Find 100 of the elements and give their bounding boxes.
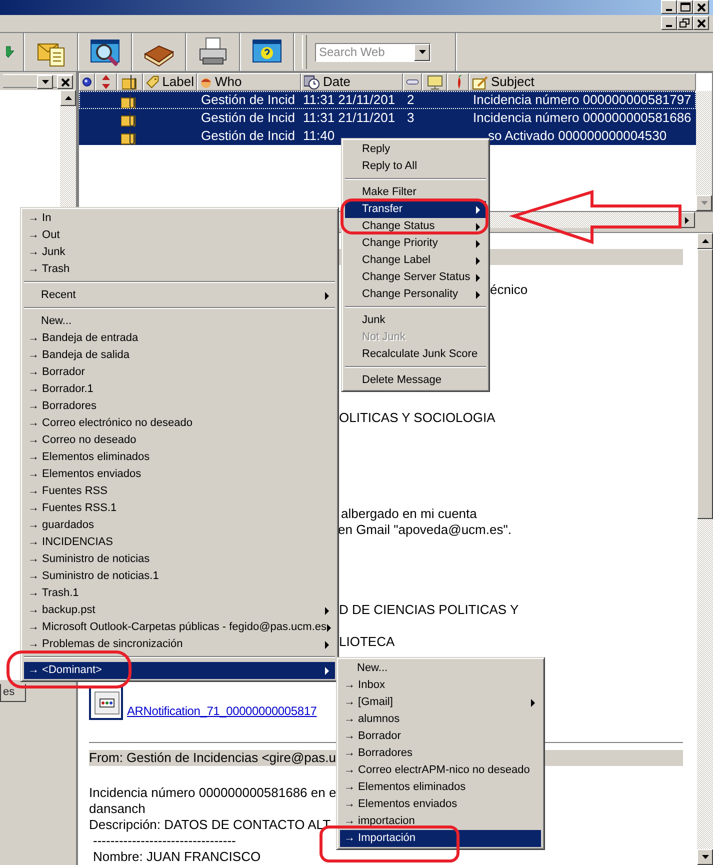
- menu-item[interactable]: → Trash.1: [24, 585, 335, 602]
- count-text: 2: [407, 92, 414, 107]
- column-header[interactable]: Label: [143, 73, 197, 91]
- message-row[interactable]: Gestión de Incid 11:31 21/11/201 3 Incidencia número 000000000581686: [79, 109, 696, 127]
- menu-item[interactable]: → Importación: [340, 830, 541, 847]
- maximize-button[interactable]: [677, 0, 693, 14]
- menu-item[interactable]: Recalculate Junk Score: [345, 346, 486, 363]
- menu-item[interactable]: Make Filter: [345, 184, 486, 201]
- menu-item[interactable]: Junk: [345, 312, 486, 329]
- menu-item[interactable]: → Microsoft Outlook-Carpetas públicas - fegido@pas.ucm.es: [24, 619, 335, 636]
- menu-item[interactable]: → Out: [24, 227, 335, 244]
- menu-item[interactable]: New...: [24, 313, 335, 330]
- text-line: Nombre: JUAN FRANCISCO: [93, 849, 261, 865]
- attachment-link[interactable]: ARNotification_71_00000000005817: [127, 702, 317, 720]
- menu-item[interactable]: Reply to All: [345, 158, 486, 175]
- menu-item[interactable]: → Elementos enviados: [24, 466, 335, 483]
- column-header[interactable]: Subject: [469, 73, 696, 91]
- column-header[interactable]: Date: [301, 73, 403, 91]
- column-header[interactable]: [403, 73, 422, 91]
- menu-item[interactable]: → In: [24, 210, 335, 227]
- menu-item[interactable]: → Fuentes RSS.1: [24, 500, 335, 517]
- menu-item[interactable]: → Fuentes RSS: [24, 483, 335, 500]
- subject-text: so Activado 000000000004530: [488, 128, 667, 143]
- menu-item[interactable]: New...: [340, 660, 541, 677]
- date-text: 11:31 21/11/201: [303, 110, 396, 125]
- column-header[interactable]: [422, 73, 447, 91]
- search-box[interactable]: Search Web: [315, 42, 431, 62]
- attachment-icon[interactable]: [89, 686, 123, 720]
- priority-arrows-icon: [102, 75, 110, 89]
- menu-item[interactable]: → Borrador: [24, 364, 335, 381]
- text-line: LIOTECA: [339, 634, 395, 650]
- menu-item[interactable]: → Elementos eliminados: [24, 449, 335, 466]
- who-text: Gestión de Incid: [201, 128, 295, 143]
- minimize-button[interactable]: [661, 0, 677, 14]
- scroll-down-icon: [700, 201, 708, 205]
- menu-item[interactable]: → Borrador: [340, 728, 541, 745]
- restore-button[interactable]: [677, 16, 693, 30]
- menu-item[interactable]: → backup.pst: [24, 602, 335, 619]
- who-text: Gestión de Incid: [201, 110, 295, 125]
- pane-tab[interactable]: es: [0, 684, 26, 702]
- pencil-note-icon: [472, 74, 488, 90]
- restore-icon: [679, 18, 691, 29]
- text-line: dansanch: [89, 801, 146, 817]
- close-button[interactable]: [57, 75, 73, 89]
- menu-item[interactable]: → Correo electrónico no deseado: [24, 415, 335, 432]
- text-line: D DE CIENCIAS POLITICAS Y: [339, 602, 519, 618]
- menu-item[interactable]: → [Gmail]: [340, 694, 541, 711]
- close-button[interactable]: [693, 16, 709, 30]
- menu-item[interactable]: → Inbox: [340, 677, 541, 694]
- column-header[interactable]: [79, 73, 95, 91]
- column-header[interactable]: [117, 73, 143, 91]
- close-icon: [59, 76, 71, 88]
- menu-item[interactable]: → importacion: [340, 813, 541, 830]
- menu-item[interactable]: → Elementos eliminados: [340, 779, 541, 796]
- menu-item[interactable]: → <Dominant>: [24, 662, 335, 679]
- date-text: 11:31 21/11/201: [303, 92, 396, 107]
- close-button[interactable]: [693, 0, 709, 14]
- pane-menu-button[interactable]: [37, 75, 53, 89]
- menu-item[interactable]: → Suministro de noticias.1: [24, 568, 335, 585]
- message-row[interactable]: Gestión de Incid 11:40 so Activado 000000000004530: [79, 127, 696, 145]
- tag-icon: [146, 75, 160, 89]
- menu-item[interactable]: Change Priority: [345, 235, 486, 252]
- text-line: écnico: [490, 282, 528, 298]
- menu-item[interactable]: → Suministro de noticias: [24, 551, 335, 568]
- menu-item[interactable]: Recent: [24, 287, 335, 304]
- menu-item[interactable]: → Problemas de sincronización: [24, 636, 335, 653]
- scrollbar[interactable]: [696, 91, 712, 211]
- envelope-clip-icon: [122, 74, 138, 90]
- menu-item[interactable]: Change Status: [345, 218, 486, 235]
- menu-item[interactable]: Delete Message: [345, 372, 486, 389]
- close-icon: [695, 18, 707, 29]
- menu-item[interactable]: → alumnos: [340, 711, 541, 728]
- close-icon: [695, 2, 707, 13]
- menu-item[interactable]: Transfer: [345, 201, 486, 218]
- subject-text: Incidencia número 000000000581797: [473, 92, 692, 107]
- text-line: Incidencia número 000000000581686 en e: [89, 785, 336, 801]
- column-header[interactable]: Who: [197, 73, 301, 91]
- menu-item[interactable]: → Borradores: [24, 398, 335, 415]
- message-row[interactable]: Gestión de Incid 11:31 21/11/201 2 Incidencia número 000000000581797: [79, 91, 696, 109]
- date-text: 11:40: [303, 128, 335, 143]
- menu-item[interactable]: → guardados: [24, 517, 335, 534]
- menu-item[interactable]: → Bandeja de entrada: [24, 330, 335, 347]
- menu-item[interactable]: Change Server Status: [345, 269, 486, 286]
- monitor-icon: [426, 74, 442, 90]
- menu-item[interactable]: Change Label: [345, 252, 486, 269]
- minimize-button[interactable]: [661, 16, 677, 30]
- menu-item[interactable]: Change Personality: [345, 286, 486, 303]
- menu-item[interactable]: → INCIDENCIAS: [24, 534, 335, 551]
- menu-item[interactable]: → Junk: [24, 244, 335, 261]
- scroll-right-icon: [685, 216, 689, 224]
- who-text: Gestión de Incid: [201, 92, 295, 107]
- dropdown-icon: [42, 80, 48, 84]
- menu-item[interactable]: → Elementos enviados: [340, 796, 541, 813]
- menu-item[interactable]: → Bandeja de salida: [24, 347, 335, 364]
- menu-item[interactable]: → Borrador.1: [24, 381, 335, 398]
- menu-item[interactable]: → Correo no deseado: [24, 432, 335, 449]
- scrollbar[interactable]: [697, 233, 713, 865]
- text-line: OLITICAS Y SOCIOLOGIA: [339, 410, 496, 426]
- column-header[interactable]: [95, 73, 117, 91]
- menu-item[interactable]: → Trash: [24, 261, 335, 278]
